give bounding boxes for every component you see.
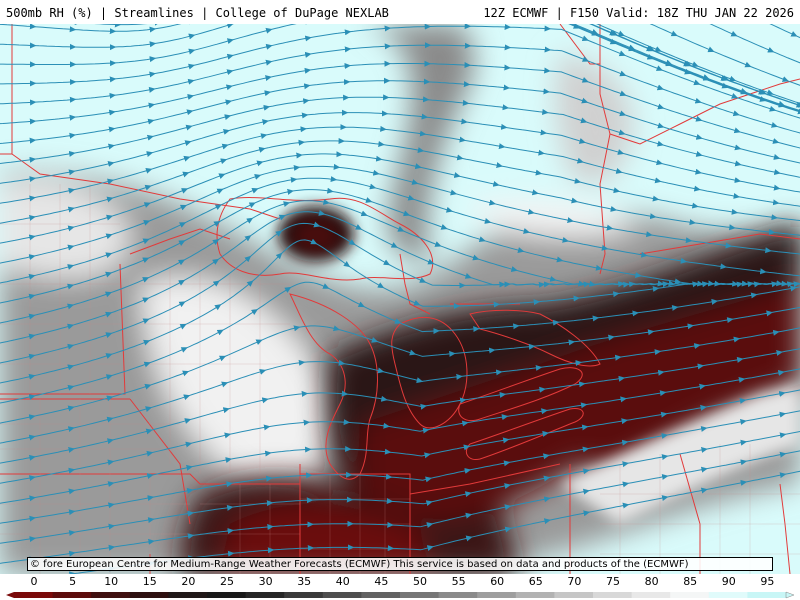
colorbar-tick-label: 95	[760, 575, 774, 588]
colorbar-swatch	[554, 592, 594, 598]
colorbar-swatch	[438, 592, 478, 598]
colorbar-swatch	[361, 592, 401, 598]
colorbar-swatch	[91, 592, 131, 598]
colorbar-tick-label: 25	[220, 575, 234, 588]
colorbar-tick-label: 15	[143, 575, 157, 588]
map-canvas	[0, 24, 800, 574]
streamline-segment	[312, 544, 355, 551]
colorbar-tick-label: 80	[645, 575, 659, 588]
colorbar-swatch	[670, 592, 710, 598]
colorbar-tick-label: 30	[259, 575, 273, 588]
colorbar-swatch	[322, 592, 362, 598]
colorbar-swatch	[245, 592, 285, 598]
colorbar-tick-label: 0	[31, 575, 38, 588]
streamline-segment	[0, 61, 37, 68]
streamline-segment	[310, 445, 352, 452]
colorbar-swatch	[708, 592, 748, 598]
header-bar: 500mb RH (%) | Streamlines | College of …	[0, 0, 800, 24]
streamline-segment	[311, 496, 354, 503]
streamline-segment	[0, 80, 37, 87]
colorbar-tick-label: 65	[529, 575, 543, 588]
colorbar-swatch	[129, 592, 169, 598]
colorbar-tick-label: 55	[452, 575, 466, 588]
colorbar-right-arrow	[785, 591, 795, 599]
data-credit: © fore European Centre for Medium-Range …	[27, 557, 773, 571]
colorbar-swatch	[14, 592, 54, 598]
colorbar-swatch	[631, 592, 671, 598]
colorbar-tick-label: 85	[683, 575, 697, 588]
streamline-segment	[312, 520, 354, 527]
colorbar-tick-label: 60	[490, 575, 504, 588]
colorbar-swatch	[400, 592, 440, 598]
colorbar-tick-label: 70	[567, 575, 581, 588]
product-title: 500mb RH (%) | Streamlines | College of …	[6, 6, 389, 20]
colorbar: 0 5 10 15 20 25 30 35 40 45 50 55 60 65 70 75 80 85 90 95	[0, 574, 800, 600]
colorbar-swatches	[14, 592, 787, 598]
colorbar-tick-label: 35	[297, 575, 311, 588]
colorbar-swatch	[168, 592, 208, 598]
colorbar-left-arrow	[6, 592, 14, 598]
colorbar-tick-label: 40	[336, 575, 350, 588]
colorbar-tick-label: 50	[413, 575, 427, 588]
colorbar-tick-label: 5	[69, 575, 76, 588]
colorbar-swatch	[515, 592, 555, 598]
colorbar-swatch	[593, 592, 633, 598]
colorbar-tick-labels: 0 5 10 15 20 25 30 35 40 45 50 55 60 65 70 75 80 85 90 95	[31, 575, 775, 588]
streamline-segment	[311, 471, 353, 478]
colorbar-tick-label: 20	[181, 575, 195, 588]
colorbar-svg: 0 5 10 15 20 25 30 35 40 45 50 55 60 65 70 75 80 85 90 95	[6, 575, 795, 599]
colorbar-tick-label: 10	[104, 575, 118, 588]
colorbar-swatch	[52, 592, 92, 598]
colorbar-tick-label: 90	[722, 575, 736, 588]
colorbar-tick-label: 45	[374, 575, 388, 588]
colorbar-tick-label: 75	[606, 575, 620, 588]
colorbar-swatch	[284, 592, 324, 598]
colorbar-swatch	[207, 592, 247, 598]
colorbar-swatch	[477, 592, 517, 598]
model-valid-time: 12Z ECMWF | F150 Valid: 18Z THU JAN 22 2…	[483, 6, 794, 20]
weather-map[interactable]	[0, 24, 800, 574]
colorbar-swatch	[747, 592, 787, 598]
